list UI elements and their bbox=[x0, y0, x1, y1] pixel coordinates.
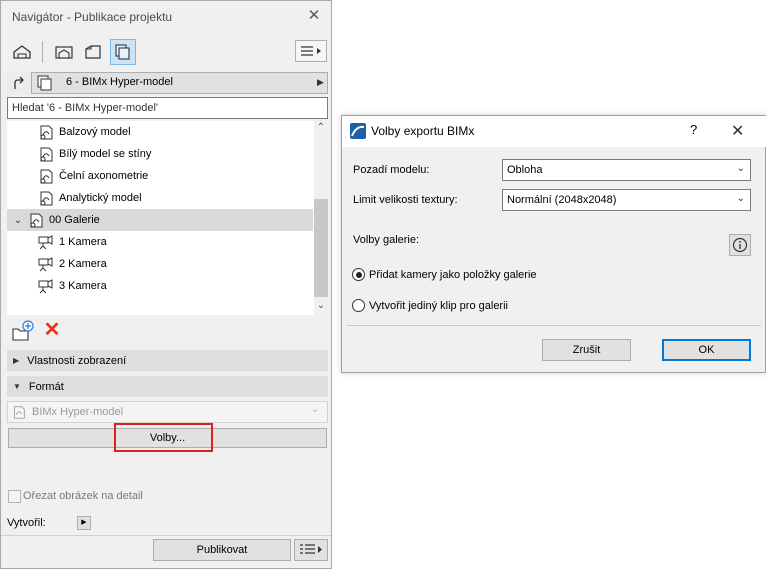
chevron-down-icon: ⌄ bbox=[736, 193, 745, 204]
crop-label: Ořezat obrázek na detail bbox=[23, 490, 143, 502]
tree-item-label: 00 Galerie bbox=[49, 214, 100, 226]
view-model-icon bbox=[40, 191, 53, 206]
bimx-format-icon bbox=[11, 404, 27, 423]
tree-item-label: Bílý model se stíny bbox=[59, 148, 152, 160]
ok-button[interactable]: OK bbox=[662, 339, 751, 361]
close-icon[interactable]: ✕ bbox=[731, 121, 744, 141]
layout-book-icon[interactable] bbox=[80, 39, 106, 65]
crop-checkbox[interactable] bbox=[8, 490, 21, 503]
view-model-icon bbox=[40, 169, 53, 184]
view-model-icon bbox=[40, 147, 53, 162]
chevron-right-icon: ▶ bbox=[13, 356, 20, 365]
tree-item-label: Čelní axonometrie bbox=[59, 170, 149, 182]
section-label: Formát bbox=[28, 380, 64, 393]
section-format[interactable]: ▼ Formát bbox=[7, 376, 328, 397]
help-icon[interactable]: ? bbox=[690, 122, 697, 137]
divider bbox=[1, 535, 331, 536]
close-icon[interactable]: ✕ bbox=[306, 8, 322, 24]
tree-item-label: 1 Kamera bbox=[59, 236, 107, 248]
palette-menu-button[interactable] bbox=[295, 40, 327, 62]
chevron-down-icon: ⌄ bbox=[311, 404, 320, 415]
toolbar-divider bbox=[42, 41, 43, 63]
level-up-icon[interactable] bbox=[7, 72, 32, 94]
highlight-box bbox=[114, 423, 213, 452]
bimx-app-icon bbox=[350, 123, 366, 139]
publish-button[interactable]: Publikovat bbox=[153, 539, 291, 561]
background-label: Pozadí modelu: bbox=[353, 164, 430, 176]
tree-item-label: 2 Kamera bbox=[59, 258, 107, 270]
radio-label: Přidat kamery jako položky galerie bbox=[369, 269, 537, 281]
project-map-icon[interactable] bbox=[9, 39, 35, 65]
chevron-right-icon[interactable]: ▶ bbox=[317, 77, 324, 88]
texture-limit-value: Normální (2048x2048) bbox=[507, 194, 617, 206]
radio-label: Vytvořit jediný klip pro galerii bbox=[369, 300, 508, 312]
new-folder-icon[interactable] bbox=[12, 320, 34, 342]
dialog-title: Volby exportu BIMx bbox=[371, 124, 475, 138]
chevron-down-icon: ▼ bbox=[13, 382, 21, 391]
tree-item[interactable]: Analytický model bbox=[7, 187, 313, 209]
tree-item[interactable]: Čelní axonometrie bbox=[7, 165, 313, 187]
scroll-down-icon[interactable]: ⌄ bbox=[314, 300, 328, 314]
author-expand-icon[interactable]: ▶ bbox=[77, 516, 91, 530]
tree-item[interactable]: 3 Kamera bbox=[7, 275, 313, 297]
tree-item-gallery[interactable]: ⌄ 00 Galerie bbox=[7, 209, 313, 231]
gallery-folder-icon bbox=[30, 213, 43, 228]
texture-limit-label: Limit velikosti textury: bbox=[353, 194, 458, 206]
tree-item[interactable]: 2 Kamera bbox=[7, 253, 313, 275]
tree-item[interactable]: Bílý model se stíny bbox=[7, 143, 313, 165]
cancel-button[interactable]: Zrušit bbox=[542, 339, 631, 361]
section-display-properties[interactable]: ▶ Vlastnosti zobrazení bbox=[7, 350, 328, 371]
radio-single-clip[interactable] bbox=[352, 299, 365, 312]
camera-icon bbox=[38, 279, 53, 294]
view-map-icon[interactable] bbox=[51, 39, 77, 65]
tree-item-label: Balzový model bbox=[59, 126, 131, 138]
author-label: Vytvořil: bbox=[7, 517, 46, 529]
texture-limit-select[interactable]: Normální (2048x2048) ⌄ bbox=[502, 189, 751, 211]
tree-item[interactable]: 1 Kamera bbox=[7, 231, 313, 253]
tree-item[interactable]: Balzový model bbox=[7, 121, 313, 143]
gallery-options-label: Volby galerie: bbox=[353, 234, 420, 246]
info-icon[interactable] bbox=[729, 234, 751, 256]
background-value: Obloha bbox=[507, 164, 543, 176]
tree-item-label: Analytický model bbox=[59, 192, 142, 204]
navigator-title: Navigátor - Publikace projektu bbox=[12, 10, 173, 24]
radio-add-cameras[interactable] bbox=[352, 268, 365, 281]
chevron-down-icon: ⌄ bbox=[736, 163, 745, 174]
background-select[interactable]: Obloha ⌄ bbox=[502, 159, 751, 181]
scroll-up-icon[interactable]: ⌃ bbox=[314, 122, 328, 136]
scrollbar-thumb[interactable] bbox=[314, 199, 328, 297]
section-label: Vlastnosti zobrazení bbox=[27, 354, 127, 367]
publish-menu-button[interactable] bbox=[294, 539, 328, 561]
camera-icon bbox=[38, 235, 53, 250]
publisher-tree: Balzový model Bílý model se stíny Čelní … bbox=[7, 121, 328, 315]
delete-icon[interactable]: ✕ bbox=[42, 319, 62, 341]
publisher-set-label: 6 - BIMx Hyper-model bbox=[66, 76, 173, 88]
chevron-down-icon[interactable]: ⌄ bbox=[11, 215, 25, 226]
camera-icon bbox=[38, 257, 53, 272]
search-input[interactable]: Hledat '6 - BIMx Hyper-model' bbox=[7, 97, 328, 119]
publisher-set-icon bbox=[37, 75, 53, 94]
format-value: BIMx Hyper-model bbox=[32, 406, 124, 418]
divider bbox=[347, 325, 761, 326]
view-model-icon bbox=[40, 125, 53, 140]
tree-item-label: 3 Kamera bbox=[59, 280, 107, 292]
publisher-sets-icon[interactable] bbox=[110, 39, 136, 65]
